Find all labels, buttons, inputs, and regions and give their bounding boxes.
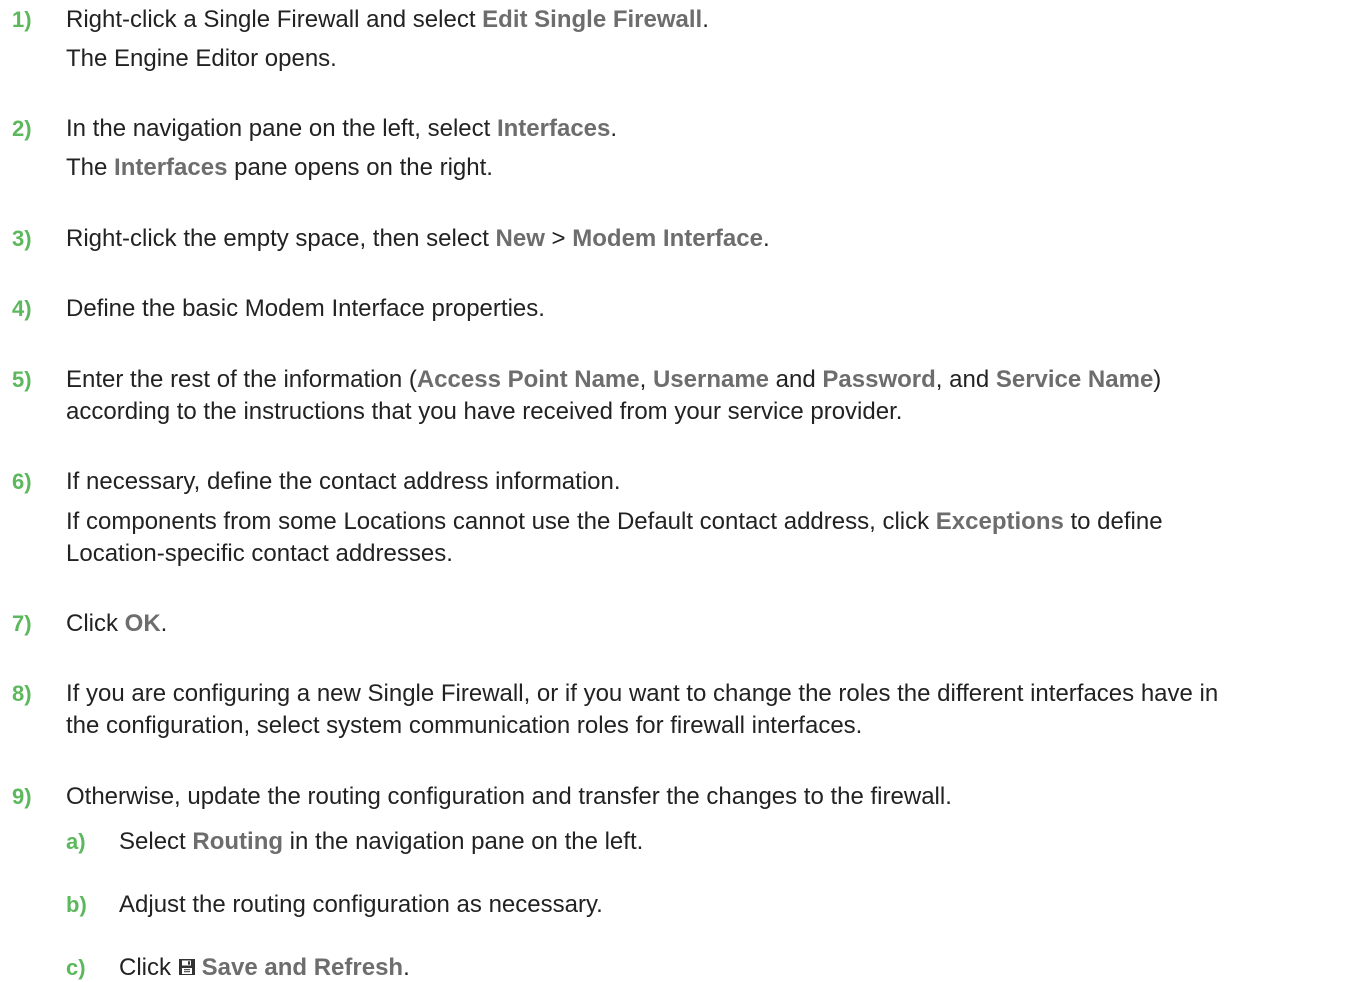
substep-letter: a)	[66, 829, 86, 854]
substep-text: Select Routing in the navigation pane on…	[119, 828, 644, 855]
step-text: If necessary, define the contact address…	[66, 468, 621, 495]
step-result: The Interfaces pane opens on the right.	[66, 154, 493, 181]
step-note-continued: Location-specific contact addresses.	[66, 540, 453, 567]
step-number: 2)	[12, 116, 32, 141]
step-text-continued: the configuration, select system communi…	[66, 712, 863, 739]
step-number: 9)	[12, 784, 32, 809]
step-number: 7)	[12, 611, 32, 636]
ui-term-edit-single-firewall: Edit Single Firewall	[482, 6, 703, 33]
substep-letter: c)	[66, 955, 86, 980]
step-text: Click OK.	[66, 610, 168, 637]
ui-term-username: Username	[652, 366, 770, 393]
step-number: 6)	[12, 469, 32, 494]
ui-term-password: Password	[822, 366, 936, 393]
step-number: 5)	[12, 367, 32, 392]
step-text: Enter the rest of the information (Acces…	[66, 366, 1162, 393]
ui-term-service-name: Service Name	[995, 366, 1154, 393]
ui-term-modem-interface: Modem Interface	[572, 225, 763, 252]
step-text: If you are configuring a new Single Fire…	[66, 680, 1219, 707]
step-number: 1)	[12, 7, 32, 32]
ui-term-save-and-refresh: Save and Refresh	[201, 954, 404, 981]
step-result: The Engine Editor opens.	[66, 45, 337, 72]
step-text: Right-click a Single Firewall and select…	[66, 6, 709, 33]
substep-text: Adjust the routing configuration as nece…	[119, 891, 603, 918]
step-note: If components from some Locations cannot…	[66, 508, 1163, 535]
step-number: 8)	[12, 681, 32, 706]
ui-term-interfaces: Interfaces	[114, 154, 228, 181]
ui-term-access-point-name: Access Point Name	[416, 366, 640, 393]
step-text: Right-click the empty space, then select…	[66, 225, 770, 252]
step-number: 4)	[12, 296, 32, 321]
step-text: Define the basic Modem Interface propert…	[66, 295, 545, 322]
ui-term-ok: OK	[124, 610, 161, 637]
step-text-continued: according to the instructions that you h…	[66, 398, 903, 425]
substep-text: Click Save and Refresh.	[119, 953, 410, 981]
ui-term-exceptions: Exceptions	[935, 508, 1064, 535]
step-text: Otherwise, update the routing configurat…	[66, 783, 952, 810]
ui-term-interfaces: Interfaces	[496, 115, 611, 142]
step-text: In the navigation pane on the left, sele…	[66, 115, 618, 142]
save-icon	[178, 953, 196, 975]
ui-term-routing: Routing	[192, 828, 284, 855]
substep-letter: b)	[66, 892, 87, 917]
step-number: 3)	[12, 226, 32, 251]
ui-term-new: New	[495, 225, 545, 252]
